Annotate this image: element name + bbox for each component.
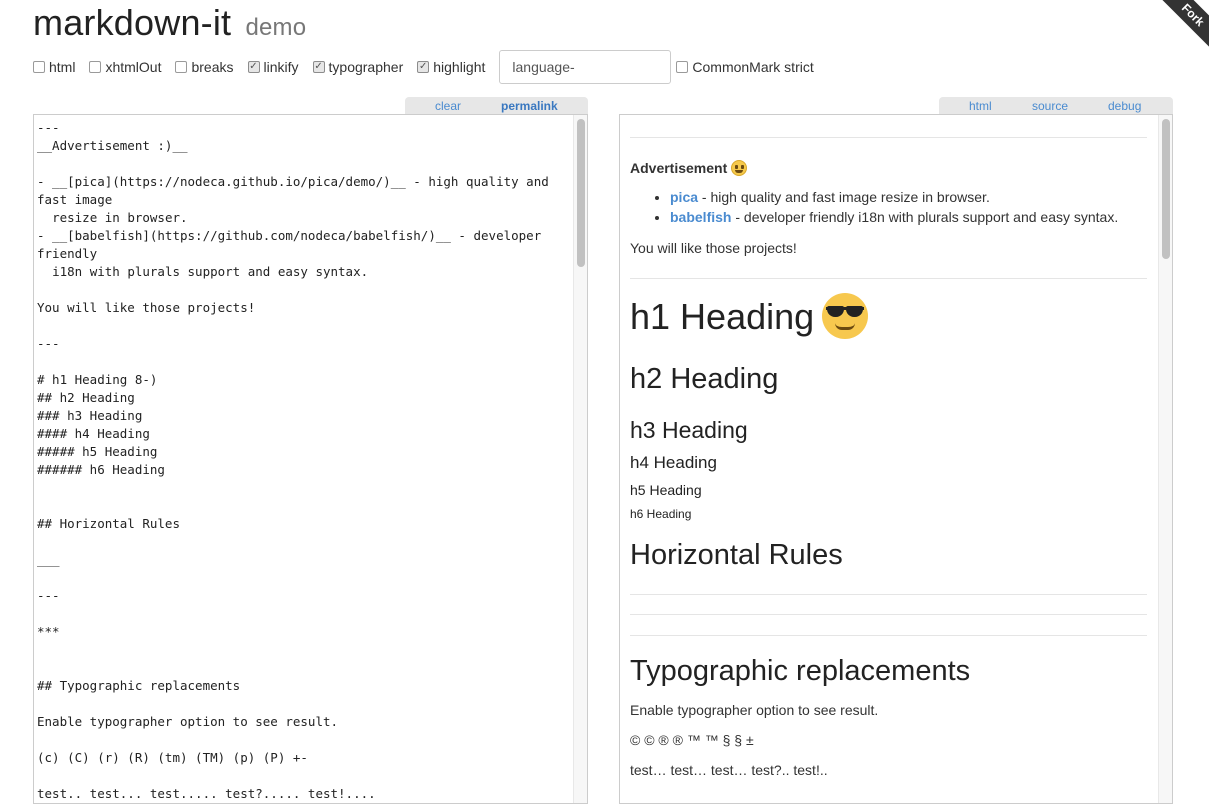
horizontal-rules-heading: Horizontal Rules bbox=[630, 539, 843, 571]
preview-scroll-thumb[interactable] bbox=[1162, 119, 1170, 259]
list-item-text: - high quality and fast image resize in … bbox=[698, 189, 990, 205]
option-typographer[interactable]: ✓ typographer bbox=[312, 59, 404, 75]
babelfish-link[interactable]: babelfish bbox=[670, 209, 731, 225]
linkify-label: linkify bbox=[263, 59, 299, 75]
h1-text: h1 Heading bbox=[630, 296, 815, 337]
list-item: babelfish - developer friendly i18n with… bbox=[670, 207, 1118, 227]
option-html[interactable]: html bbox=[33, 59, 75, 75]
option-linkify[interactable]: ✓ linkify bbox=[247, 59, 299, 75]
tab-html[interactable]: html bbox=[969, 99, 992, 113]
h1-heading: h1 Heading bbox=[630, 293, 869, 339]
ad-footer: You will like those projects! bbox=[630, 240, 797, 256]
tab-source[interactable]: source bbox=[1032, 99, 1068, 113]
source-tabs: clear permalink bbox=[405, 97, 588, 115]
typo-symbols: © © ® ® ™ ™ § § ± bbox=[630, 732, 754, 748]
list-item-text: - developer friendly i18n with plurals s… bbox=[731, 209, 1119, 225]
option-breaks[interactable]: breaks bbox=[175, 59, 234, 75]
fork-ribbon-label: Fork bbox=[1178, 0, 1208, 30]
pica-link[interactable]: pica bbox=[670, 189, 698, 205]
breaks-label: breaks bbox=[191, 59, 234, 75]
linkify-checkbox[interactable]: ✓ bbox=[247, 61, 260, 73]
html-label: html bbox=[49, 59, 76, 75]
ad-title: Advertisement bbox=[630, 160, 748, 176]
source-text[interactable]: --- __Advertisement :)__ - __[pica](http… bbox=[34, 115, 574, 803]
source-scrollbar[interactable] bbox=[573, 115, 587, 803]
page-title: markdown-it demo bbox=[33, 2, 306, 44]
permalink-link[interactable]: permalink bbox=[501, 99, 558, 113]
tab-debug[interactable]: debug bbox=[1108, 99, 1141, 113]
rendered-preview: Advertisement pica - high quality and fa… bbox=[619, 114, 1173, 804]
h2-heading: h2 Heading bbox=[630, 363, 779, 395]
fork-ribbon[interactable]: Fork bbox=[1142, 0, 1209, 66]
breaks-checkbox[interactable] bbox=[175, 61, 188, 73]
preview-scrollbar[interactable] bbox=[1158, 115, 1172, 803]
typographer-checkbox[interactable]: ✓ bbox=[312, 61, 325, 73]
ad-list: pica - high quality and fast image resiz… bbox=[652, 187, 1118, 227]
h3-heading: h3 Heading bbox=[630, 417, 748, 443]
result-tabs: html source debug bbox=[939, 97, 1173, 115]
html-checkbox[interactable] bbox=[33, 61, 45, 73]
markdown-source-editor[interactable]: --- __Advertisement :)__ - __[pica](http… bbox=[33, 114, 588, 804]
highlight-label: highlight bbox=[433, 59, 486, 75]
commonmark-label: CommonMark strict bbox=[692, 59, 814, 75]
option-commonmark[interactable]: CommonMark strict bbox=[676, 59, 814, 75]
app-subtitle: demo bbox=[245, 14, 307, 41]
commonmark-checkbox[interactable] bbox=[676, 61, 689, 73]
typo-tests: test… test… test… test?.. test!.. bbox=[630, 762, 828, 778]
typographic-heading: Typographic replacements bbox=[630, 655, 971, 687]
app-title: markdown-it bbox=[33, 2, 232, 43]
typo-note: Enable typographer option to see result. bbox=[630, 702, 879, 718]
rule bbox=[630, 137, 1147, 138]
typographer-label: typographer bbox=[328, 59, 404, 75]
smiley-icon bbox=[731, 160, 748, 176]
rule bbox=[630, 635, 1147, 636]
xhtmlout-checkbox[interactable] bbox=[89, 61, 102, 73]
source-scroll-thumb[interactable] bbox=[577, 119, 585, 267]
ad-title-text: Advertisement bbox=[630, 160, 728, 176]
h4-heading: h4 Heading bbox=[630, 453, 717, 472]
lang-prefix-input[interactable] bbox=[499, 50, 672, 84]
h5-heading: h5 Heading bbox=[630, 482, 702, 498]
option-highlight[interactable]: ✓ highlight bbox=[417, 59, 485, 75]
xhtmlout-label: xhtmlOut bbox=[105, 59, 162, 75]
sunglasses-emoji-icon bbox=[822, 293, 869, 339]
rule bbox=[630, 614, 1147, 615]
highlight-checkbox[interactable]: ✓ bbox=[417, 61, 430, 73]
options-bar: html xhtmlOut breaks ✓ linkify ✓ typograph… bbox=[33, 50, 828, 84]
rule bbox=[630, 594, 1147, 595]
rule bbox=[630, 278, 1147, 279]
h6-heading: h6 Heading bbox=[630, 507, 692, 521]
option-xhtmlout[interactable]: xhtmlOut bbox=[89, 59, 161, 75]
list-item: pica - high quality and fast image resiz… bbox=[670, 187, 1118, 207]
clear-link[interactable]: clear bbox=[435, 99, 461, 113]
